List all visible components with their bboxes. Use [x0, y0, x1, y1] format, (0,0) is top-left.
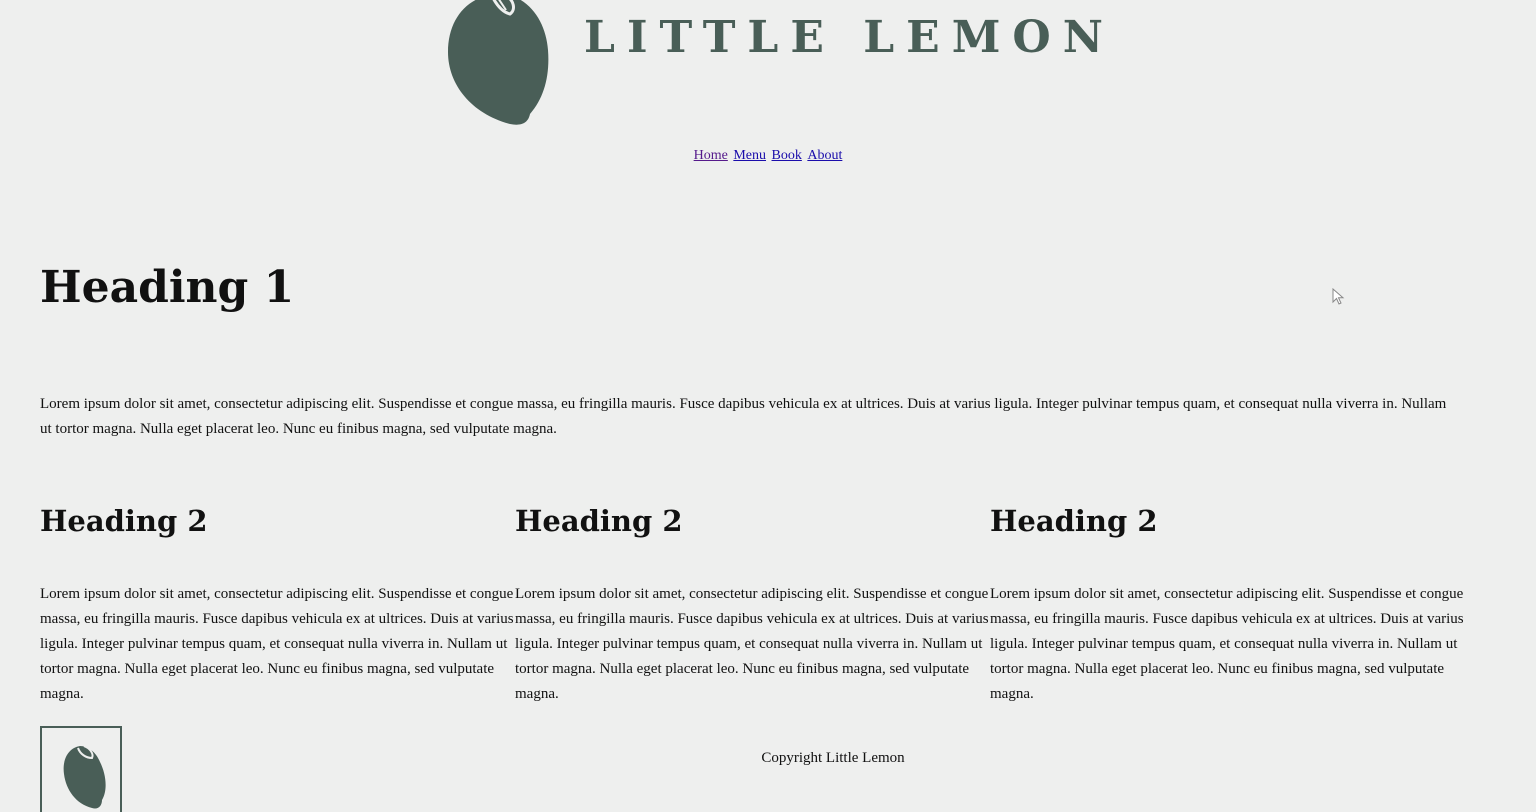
content-column-3: Heading 2 Lorem ipsum dolor sit amet, co…	[990, 504, 1466, 702]
main-nav: Home Menu Book About	[0, 148, 1536, 164]
column-heading: Heading 2	[515, 504, 683, 538]
copyright-text: Copyright Little Lemon	[761, 750, 905, 766]
column-paragraph: Lorem ipsum dolor sit amet, consectetur …	[515, 586, 989, 702]
column-paragraph: Lorem ipsum dolor sit amet, consectetur …	[40, 586, 514, 702]
column-paragraph: Lorem ipsum dolor sit amet, consectetur …	[990, 586, 1464, 702]
page-heading: Heading 1	[40, 262, 295, 313]
intro-paragraph: Lorem ipsum dolor sit amet, consectetur …	[40, 396, 1447, 437]
header-logo[interactable]: LITTLE LEMON	[444, 0, 1103, 130]
column-heading: Heading 2	[990, 504, 1158, 538]
nav-link-menu[interactable]: Menu	[733, 148, 766, 163]
brand-name: LITTLE LEMON	[584, 12, 1115, 63]
nav-link-book[interactable]: Book	[772, 148, 802, 163]
footer-logo[interactable]	[40, 726, 122, 812]
content-column-1: Heading 2 Lorem ipsum dolor sit amet, co…	[40, 504, 516, 702]
content-column-2: Heading 2 Lorem ipsum dolor sit amet, co…	[515, 504, 991, 702]
column-heading: Heading 2	[40, 504, 208, 538]
nav-link-home[interactable]: Home	[694, 148, 728, 163]
page: LITTLE LEMON Home Menu Book About Headin…	[0, 0, 1536, 812]
lemon-logo-icon	[63, 745, 106, 809]
lemon-logo-icon	[448, 0, 549, 125]
mouse-cursor-icon	[1332, 288, 1345, 305]
nav-link-about[interactable]: About	[807, 148, 842, 163]
